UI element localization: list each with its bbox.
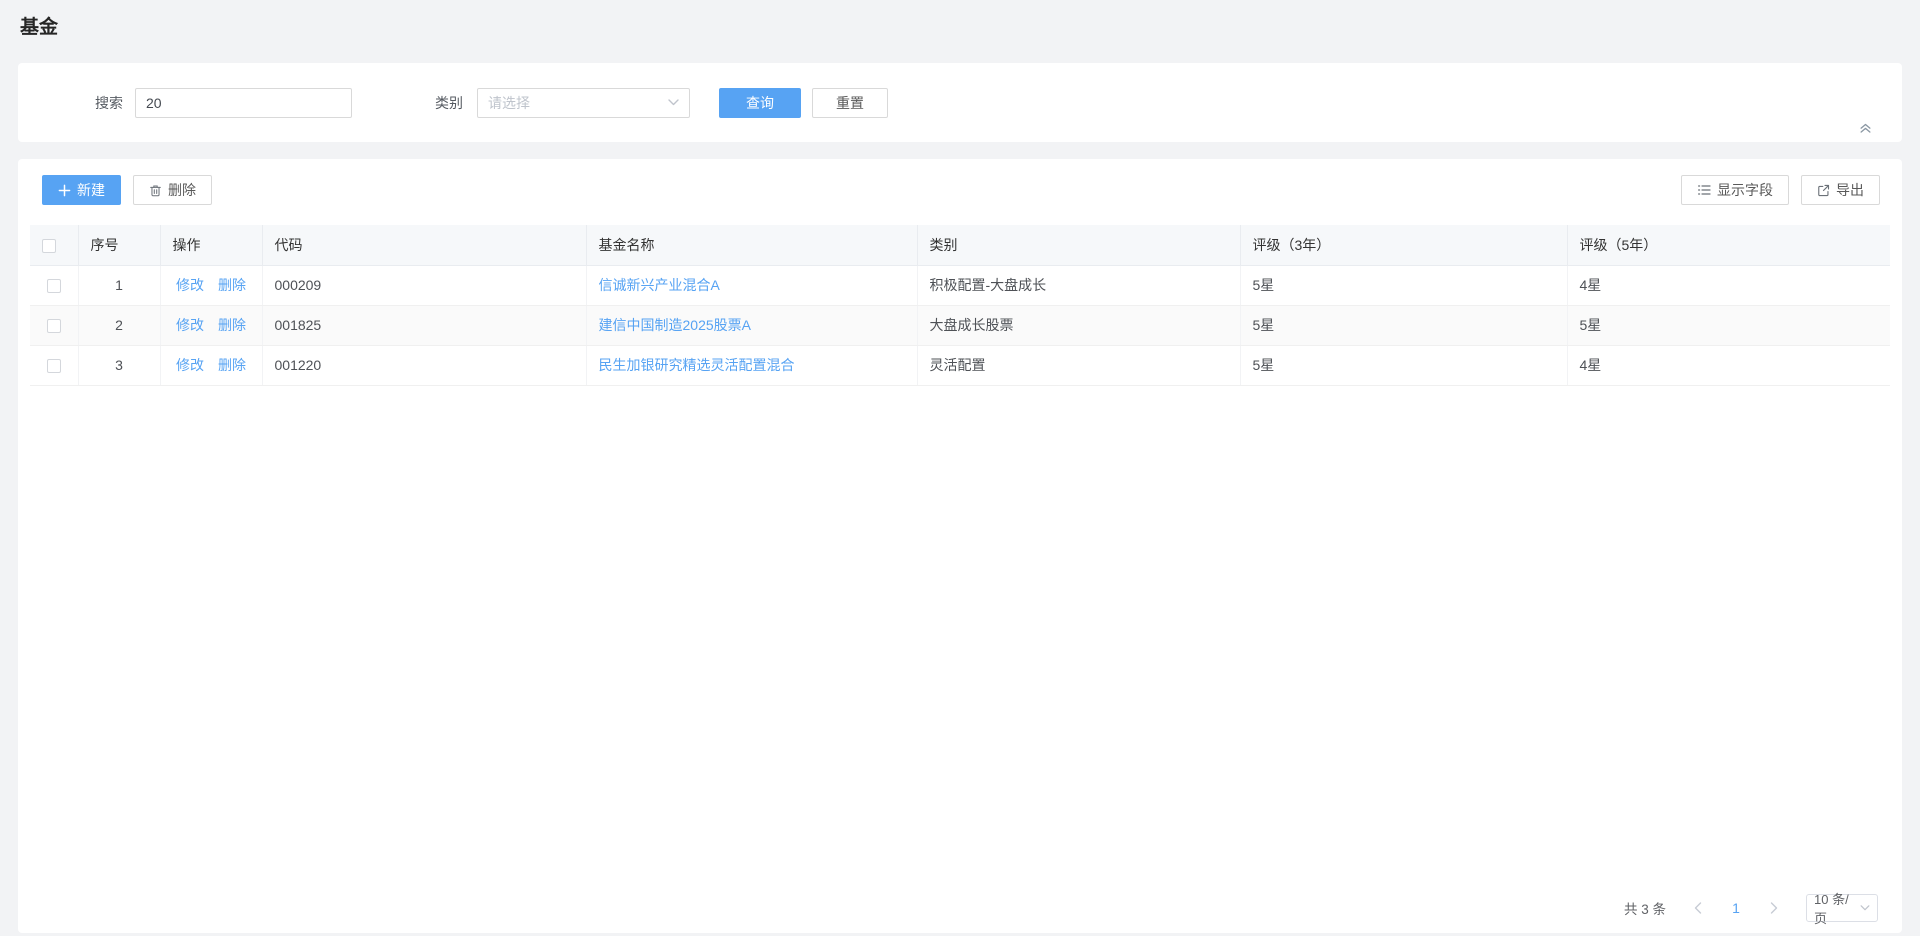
cell-code: 001825 [262,305,586,345]
chevron-down-icon [668,99,679,106]
search-panel: 搜索 类别 请选择 查询 重置 [18,63,1902,142]
empty-area [30,386,1890,894]
column-header-rating-5y: 评级（5年） [1567,225,1890,265]
create-button[interactable]: 新建 [42,175,121,205]
delete-link[interactable]: 删除 [218,275,246,295]
create-button-label: 新建 [77,180,105,200]
search-form: 搜索 类别 请选择 查询 重置 [42,88,888,118]
cell-index: 1 [78,265,160,305]
list-icon [1697,183,1711,197]
chevron-right-icon [1770,902,1778,914]
export-button-label: 导出 [1836,180,1864,200]
search-label: 搜索 [42,93,123,113]
row-checkbox[interactable] [47,359,61,373]
cell-index: 3 [78,345,160,385]
external-link-icon [1817,184,1830,197]
toolbar-right: 显示字段 导出 [1681,175,1880,205]
pagination-total: 共 3 条 [1624,898,1666,918]
collapse-panel-icon[interactable] [1854,116,1876,138]
query-button[interactable]: 查询 [719,88,801,118]
cell-rating-5y: 4星 [1567,265,1890,305]
show-fields-button-label: 显示字段 [1717,180,1773,200]
delete-button-label: 删除 [168,180,196,200]
fund-name-link[interactable]: 民生加银研究精选灵活配置混合 [599,357,795,373]
table-row: 1 修改 删除 000209 信诚新兴产业混合A 积极配置-大盘成长 5星 4星 [30,265,1890,305]
delete-button[interactable]: 删除 [133,175,212,205]
cell-category: 大盘成长股票 [917,305,1240,345]
page-number-current[interactable]: 1 [1722,894,1750,922]
fund-name-link[interactable]: 建信中国制造2025股票A [599,317,751,333]
cell-rating-3y: 5星 [1240,305,1567,345]
cell-index: 2 [78,305,160,345]
toolbar: 新建 删除 [30,175,1890,205]
trash-icon [149,184,162,197]
search-input[interactable] [135,88,352,118]
column-header-category: 类别 [917,225,1240,265]
page: 基金 搜索 类别 请选择 查询 重置 [0,0,1920,933]
delete-link[interactable]: 删除 [218,355,246,375]
cell-category: 灵活配置 [917,345,1240,385]
cell-code: 000209 [262,265,586,305]
next-page-button[interactable] [1760,894,1788,922]
table-row: 2 修改 删除 001825 建信中国制造2025股票A 大盘成长股票 5星 5… [30,305,1890,345]
cell-rating-3y: 5星 [1240,345,1567,385]
export-button[interactable]: 导出 [1801,175,1880,205]
column-header-index: 序号 [78,225,160,265]
column-header-name: 基金名称 [586,225,917,265]
pagination: 共 3 条 1 10 条/页 [30,893,1890,923]
show-fields-button[interactable]: 显示字段 [1681,175,1789,205]
funds-table: 序号 操作 代码 基金名称 类别 评级（3年） 评级（5年） 1 修改 [30,225,1890,386]
cell-code: 001220 [262,345,586,385]
category-select-placeholder: 请选择 [488,93,530,113]
column-header-actions: 操作 [160,225,262,265]
edit-link[interactable]: 修改 [176,315,204,335]
category-select[interactable]: 请选择 [477,88,690,118]
prev-page-button[interactable] [1684,894,1712,922]
table-header-row: 序号 操作 代码 基金名称 类别 评级（3年） 评级（5年） [30,225,1890,265]
column-header-code: 代码 [262,225,586,265]
plus-icon [58,184,71,197]
chevron-down-icon [1860,905,1870,911]
page-size-select[interactable]: 10 条/页 [1806,894,1878,922]
delete-link[interactable]: 删除 [218,315,246,335]
cell-category: 积极配置-大盘成长 [917,265,1240,305]
table-row: 3 修改 删除 001220 民生加银研究精选灵活配置混合 灵活配置 5星 4星 [30,345,1890,385]
row-checkbox[interactable] [47,319,61,333]
cell-rating-5y: 5星 [1567,305,1890,345]
cell-rating-5y: 4星 [1567,345,1890,385]
toolbar-left: 新建 删除 [42,175,212,205]
edit-link[interactable]: 修改 [176,275,204,295]
category-label: 类别 [435,93,463,113]
column-header-rating-3y: 评级（3年） [1240,225,1567,265]
table-panel: 新建 删除 [18,159,1902,933]
edit-link[interactable]: 修改 [176,355,204,375]
chevron-left-icon [1694,902,1702,914]
row-checkbox[interactable] [47,279,61,293]
fund-name-link[interactable]: 信诚新兴产业混合A [599,277,720,293]
page-title: 基金 [0,0,1920,41]
cell-rating-3y: 5星 [1240,265,1567,305]
page-size-value: 10 条/页 [1814,889,1860,927]
reset-button[interactable]: 重置 [812,88,888,118]
select-all-checkbox[interactable] [42,239,56,253]
